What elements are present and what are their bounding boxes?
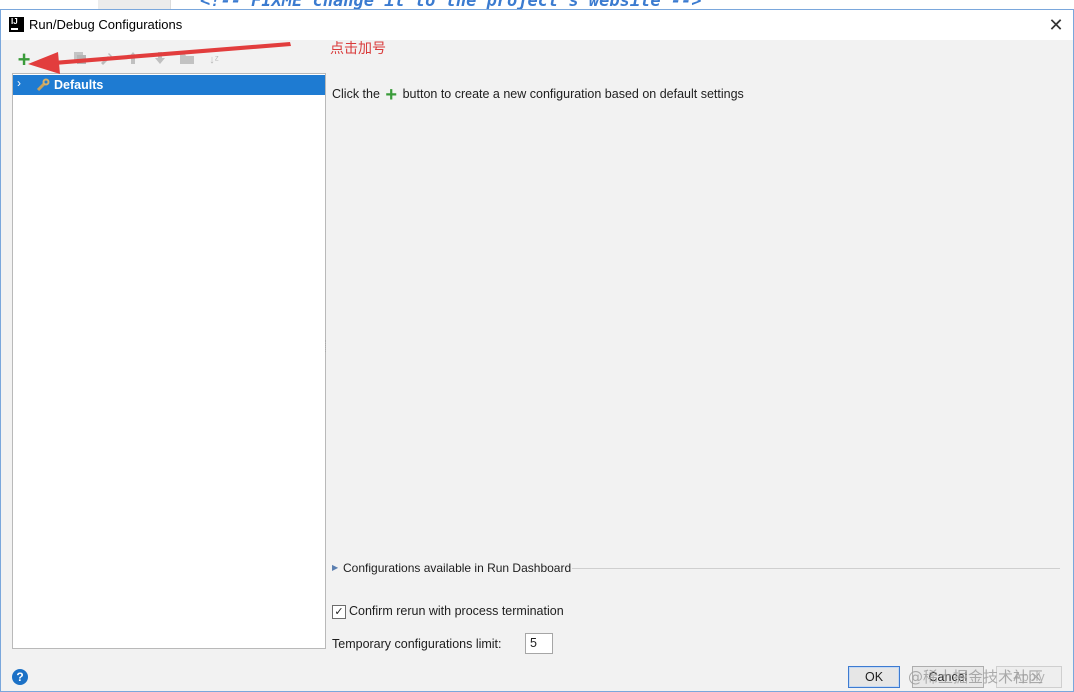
add-configuration-button[interactable]: + — [14, 49, 34, 71]
empty-state-hint: Click the + button to create a new confi… — [332, 85, 744, 105]
ok-button[interactable]: OK — [848, 666, 900, 688]
hint-text-after: button to create a new configuration bas… — [402, 87, 744, 101]
copy-configuration-icon[interactable] — [70, 50, 90, 70]
confirm-rerun-label[interactable]: Confirm rerun with process termination — [349, 604, 564, 618]
chevron-right-icon[interactable]: › — [17, 76, 21, 90]
expand-triangle-icon[interactable]: ▶ — [332, 563, 338, 572]
background-editor: <!-- FIXME change it to the project's we… — [0, 0, 1074, 9]
temp-limit-input[interactable]: 5 — [525, 633, 553, 654]
run-debug-configurations-dialog: IJ Run/Debug Configurations ✕ + ↓ᶻ › Def… — [0, 9, 1074, 692]
help-icon[interactable]: ? — [12, 669, 28, 685]
folder-icon[interactable] — [177, 50, 197, 70]
annotation-label: 点击加号 — [330, 41, 386, 57]
sort-alphabetically-icon[interactable]: ↓ᶻ — [204, 50, 224, 70]
tree-item-label: Defaults — [54, 78, 104, 92]
editor-code-line: <!-- FIXME change it to the project's we… — [200, 0, 702, 9]
close-icon[interactable]: ✕ — [1045, 14, 1067, 36]
window-title: Run/Debug Configurations — [29, 17, 183, 32]
run-dashboard-label[interactable]: Configurations available in Run Dashboar… — [343, 561, 571, 575]
editor-gutter — [98, 0, 171, 9]
hint-text-before: Click the — [332, 87, 380, 101]
watermark: @稀土掘金技术社区 — [908, 668, 1044, 686]
temp-limit-label: Temporary configurations limit: — [332, 637, 502, 651]
configurations-tree[interactable]: › Defaults — [12, 73, 326, 649]
run-dashboard-section[interactable]: ▶ Configurations available in Run Dashbo… — [332, 560, 1062, 576]
confirm-rerun-checkbox[interactable]: ✓ — [332, 605, 346, 619]
section-divider — [572, 568, 1060, 569]
move-down-icon[interactable] — [150, 50, 170, 70]
plus-icon: + — [385, 84, 398, 106]
move-up-icon[interactable] — [123, 50, 143, 70]
defaults-wrench-icon — [36, 78, 50, 92]
title-bar: IJ Run/Debug Configurations ✕ — [1, 10, 1073, 40]
splitter-handle[interactable] — [325, 340, 329, 352]
edit-defaults-icon[interactable] — [96, 50, 116, 70]
tree-item-defaults[interactable]: › Defaults — [13, 75, 325, 95]
intellij-app-icon: IJ — [9, 17, 24, 32]
